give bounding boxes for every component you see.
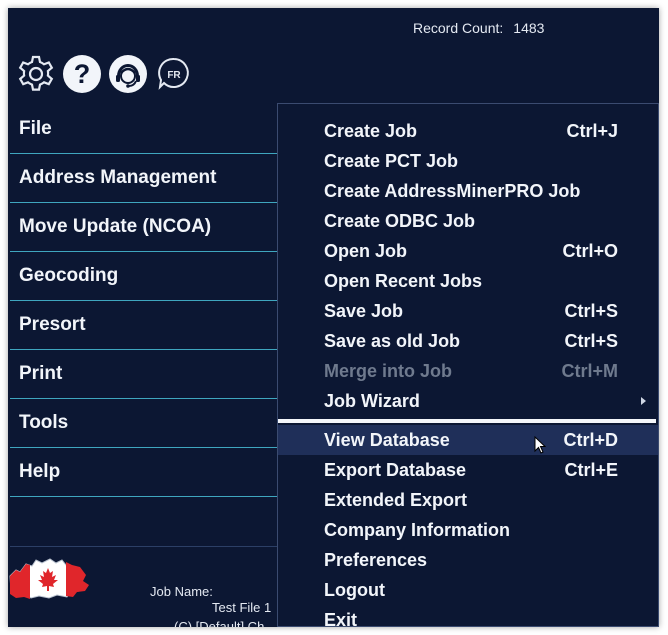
svg-text:?: ? xyxy=(74,59,91,89)
toolbar: ? FR xyxy=(16,54,200,94)
menu-item-merge-into-job: Merge into Job Ctrl+M xyxy=(278,356,658,386)
shortcut-label: Ctrl+E xyxy=(564,460,618,480)
menu-item-extended-export[interactable]: Extended Export xyxy=(278,485,658,515)
shortcut-label: Ctrl+D xyxy=(563,430,618,450)
sidebar-item-address-management[interactable]: Address Management xyxy=(10,154,277,203)
canada-flag-map-icon xyxy=(8,546,90,606)
sidebar-item-file[interactable]: File xyxy=(10,105,277,154)
shortcut-label: Ctrl+S xyxy=(564,331,618,351)
support-agent-icon[interactable] xyxy=(108,54,148,94)
menu-item-logout[interactable]: Logout xyxy=(278,575,658,605)
menu-item-save-job[interactable]: Save Job Ctrl+S xyxy=(278,296,658,326)
app-window: Record Count: 1483 ? FR File Address Man… xyxy=(8,8,659,627)
menu-item-exit[interactable]: Exit xyxy=(278,605,658,627)
menu-separator xyxy=(278,419,656,423)
record-count-value: 1483 xyxy=(513,20,545,36)
shortcut-label: Ctrl+M xyxy=(561,361,618,381)
sidebar-item-presort[interactable]: Presort xyxy=(10,301,277,350)
french-language-icon[interactable]: FR xyxy=(154,54,194,94)
sidebar-item-print[interactable]: Print xyxy=(10,350,277,399)
gear-icon[interactable] xyxy=(16,54,56,94)
submenu-arrow-icon xyxy=(641,397,646,405)
menu-item-job-wizard[interactable]: Job Wizard xyxy=(278,386,658,416)
record-count: Record Count: 1483 xyxy=(413,20,544,36)
sidebar-item-tools[interactable]: Tools xyxy=(10,399,277,448)
job-file-name: Test File 1 xyxy=(212,600,272,615)
record-count-label: Record Count: xyxy=(413,20,504,36)
menu-item-open-job[interactable]: Open Job Ctrl+O xyxy=(278,236,658,266)
job-path: (C) [Default] Ch xyxy=(174,619,265,627)
menu-item-create-odbc-job[interactable]: Create ODBC Job xyxy=(278,206,658,236)
file-dropdown-menu: Create Job Ctrl+J Create PCT Job Create … xyxy=(277,103,659,627)
menu-item-company-information[interactable]: Company Information xyxy=(278,515,658,545)
job-name-label: Job Name: xyxy=(150,584,213,599)
shortcut-label: Ctrl+S xyxy=(564,301,618,321)
menu-item-create-job[interactable]: Create Job Ctrl+J xyxy=(278,116,658,146)
french-language-label: FR xyxy=(167,70,181,81)
sidebar: File Address Management Move Update (NCO… xyxy=(10,105,277,497)
shortcut-label: Ctrl+J xyxy=(566,121,618,141)
menu-item-open-recent-jobs[interactable]: Open Recent Jobs xyxy=(278,266,658,296)
sidebar-item-geocoding[interactable]: Geocoding xyxy=(10,252,277,301)
sidebar-item-move-update[interactable]: Move Update (NCOA) xyxy=(10,203,277,252)
menu-item-export-database[interactable]: Export Database Ctrl+E xyxy=(278,455,658,485)
menu-item-save-as-old-job[interactable]: Save as old Job Ctrl+S xyxy=(278,326,658,356)
sidebar-item-help[interactable]: Help xyxy=(10,448,277,497)
menu-item-view-database[interactable]: View Database Ctrl+D xyxy=(278,425,658,455)
shortcut-label: Ctrl+O xyxy=(562,241,618,261)
menu-item-create-pct-job[interactable]: Create PCT Job xyxy=(278,146,658,176)
menu-item-create-addressminerpro-job[interactable]: Create AddressMinerPRO Job xyxy=(278,176,658,206)
help-icon[interactable]: ? xyxy=(62,54,102,94)
menu-item-preferences[interactable]: Preferences xyxy=(278,545,658,575)
